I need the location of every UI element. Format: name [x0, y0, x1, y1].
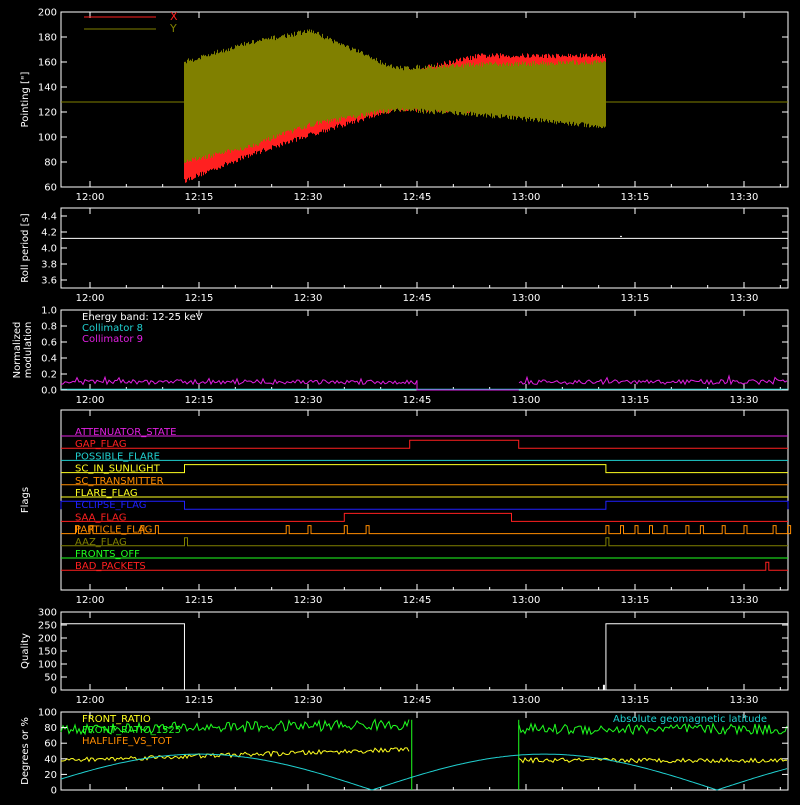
time-tick-label: 13:00 [512, 595, 541, 606]
panel-2-ylabel: Roll period [s] [20, 213, 31, 282]
time-tick-label: 13:30 [730, 293, 759, 304]
quality-line [61, 623, 788, 691]
panel-5-ylabel: Quality [20, 633, 31, 669]
time-tick-label: 12:30 [294, 293, 323, 304]
time-tick-label: 12:00 [76, 192, 105, 203]
y-tick-label: 200 [38, 8, 57, 19]
y-tick-label: 140 [38, 83, 57, 94]
time-tick-label: 13:00 [512, 395, 541, 406]
legend-Y-label: Y [169, 22, 177, 35]
y-tick-label: 0 [51, 686, 57, 697]
y-tick-label: 80 [44, 158, 57, 169]
flag-line-bad-packets [61, 561, 788, 571]
y-tick-label: 50 [44, 673, 57, 684]
panel-4-ylabel: Flags [20, 487, 31, 513]
y-tick-label: 60 [44, 183, 57, 194]
time-tick-label: 12:00 [76, 395, 105, 406]
modulation-annotation: Energy band: 12-25 keV [82, 312, 203, 323]
time-tick-label: 12:45 [403, 595, 432, 606]
y-tick-label: 4.2 [41, 228, 57, 239]
y-tick-label: 250 [38, 621, 57, 632]
y-tick-label: 20 [44, 770, 57, 781]
time-tick-label: 13:15 [621, 695, 650, 706]
time-tick-label: 13:15 [621, 395, 650, 406]
y-tick-label: 80 [44, 723, 57, 734]
y-tick-label: 100 [38, 133, 57, 144]
time-tick-label: 12:15 [185, 395, 214, 406]
y-tick-label: 180 [38, 33, 57, 44]
panel-1-ylabel: Pointing ["] [20, 71, 31, 127]
modulation-annotation: Collimator 9 [82, 334, 143, 345]
y-tick-label: 100 [38, 660, 57, 671]
y-tick-label: 0 [51, 786, 57, 797]
flag-line-particle-flag [61, 525, 792, 535]
legend-label: FRONT_RATIO [82, 714, 151, 725]
rhessi-summary-chart: 12:00 12:15 12:30 12:45 13:00 13:15 13:30 Point… [0, 0, 800, 800]
flag-line-sc-in-sunlight [61, 464, 788, 474]
time-tick-label: 13:00 [512, 192, 541, 203]
time-tick-label: 12:45 [403, 192, 432, 203]
y-tick-label: 3.6 [41, 276, 57, 287]
y-tick-label: 120 [38, 108, 57, 119]
time-tick-label: 12:30 [294, 192, 323, 203]
y-tick-label: 100 [38, 708, 57, 719]
time-tick-label: 13:30 [730, 595, 759, 606]
time-tick-label: 12:30 [294, 695, 323, 706]
y-tick-label: 160 [38, 58, 57, 69]
chart-canvas: 12:00 12:15 12:30 12:45 13:00 13:15 13:30 Point… [12, 8, 792, 797]
time-tick-label: 13:15 [621, 192, 650, 203]
y-tick-label: 0.6 [41, 338, 57, 349]
y-tick-label: 0.0 [41, 386, 57, 397]
time-tick-label: 13:00 [512, 695, 541, 706]
time-tick-label: 13:15 [621, 293, 650, 304]
collimator-9-line [60, 374, 788, 391]
time-tick-label: 13:30 [730, 192, 759, 203]
time-tick-label: 13:15 [621, 595, 650, 606]
time-tick-label: 13:30 [730, 395, 759, 406]
time-tick-label: 12:15 [185, 293, 214, 304]
time-tick-label: 12:30 [294, 395, 323, 406]
time-tick-label: 12:45 [403, 293, 432, 304]
time-tick-label: 12:15 [185, 695, 214, 706]
flag-line-eclipse-flag [60, 500, 789, 510]
time-tick-label: 12:45 [403, 395, 432, 406]
modulation-annotation: Collimator 8 [82, 323, 143, 334]
legend-label: HALFLIFE_VS_TOT [82, 736, 172, 747]
time-tick-label: 12:45 [403, 695, 432, 706]
time-tick-label: 12:00 [76, 695, 105, 706]
y-tick-label: 200 [38, 634, 57, 645]
panel-2-frame [60, 207, 789, 289]
y-tick-label: 4.0 [41, 244, 57, 255]
y-tick-label: 0.8 [41, 322, 57, 333]
latitude-annotation: Absolute geomagnetic latitude [613, 714, 767, 725]
y-tick-label: 0.4 [41, 354, 57, 365]
flag-line-gap-flag [61, 439, 788, 449]
y-tick-label: 300 [38, 608, 57, 619]
flag-label-eclipse-flag: ECLIPSE_FLAG [75, 500, 146, 511]
y-tick-label: 40 [44, 754, 57, 765]
flag-line-aaz-flag [61, 537, 788, 547]
panel-6-ylabel: Degrees or % [20, 717, 31, 785]
flag-line-saa-flag [61, 512, 788, 522]
time-tick-label: 12:00 [76, 293, 105, 304]
time-tick-label: 12:00 [76, 595, 105, 606]
y-tick-label: 60 [44, 739, 57, 750]
y-tick-label: 4.4 [41, 212, 57, 223]
y-tick-label: 0.2 [41, 370, 57, 381]
y-tick-label: 3.8 [41, 260, 57, 271]
y-tick-label: 1.0 [41, 306, 57, 317]
time-tick-label: 12:30 [294, 595, 323, 606]
time-tick-label: 13:30 [730, 695, 759, 706]
series-Y-line [184, 29, 606, 163]
time-tick-label: 12:15 [185, 595, 214, 606]
y-tick-label: 150 [38, 647, 57, 658]
legend-label: FRONT_RATIO_1525 [82, 725, 181, 736]
time-tick-label: 13:00 [512, 293, 541, 304]
panel-3-ylabel: Normalizedmodulation [12, 322, 34, 379]
time-tick-label: 12:15 [185, 192, 214, 203]
